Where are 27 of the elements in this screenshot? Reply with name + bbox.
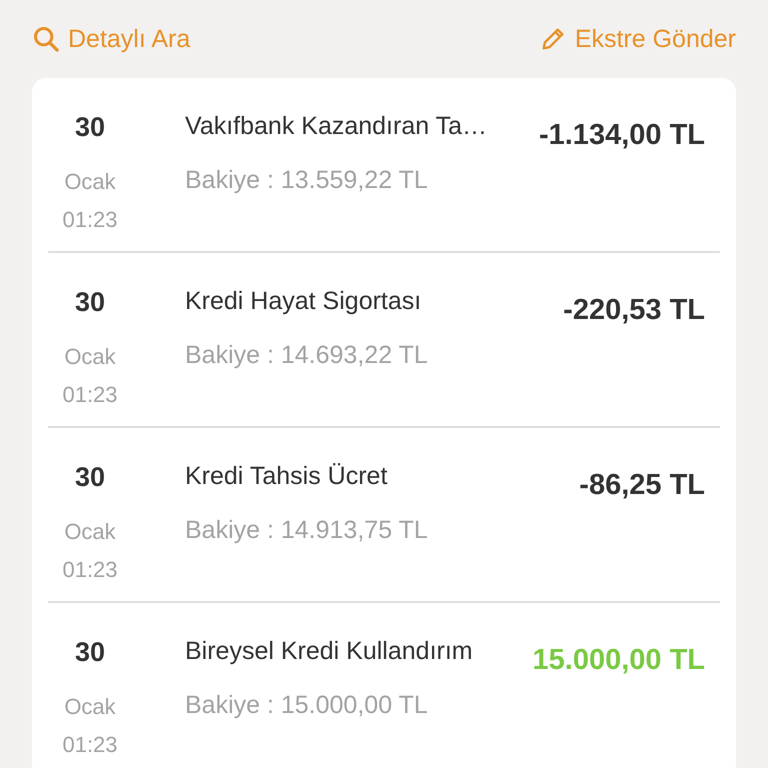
transaction-day: 30 <box>74 464 106 491</box>
transaction-title: Bireysel Kredi Kullandırım <box>185 637 474 666</box>
transaction-balance: Bakiye : 15.000,00 TL <box>185 691 429 720</box>
transaction-month: Ocak <box>64 519 116 545</box>
transaction-amount: -86,25 TL <box>579 469 705 502</box>
transaction-time: 01:23 <box>62 382 118 408</box>
transaction-amount: 15.000,00 TL <box>532 644 705 677</box>
transaction-day: 30 <box>74 114 106 141</box>
transaction-balance: Bakiye : 14.693,22 TL <box>185 341 429 370</box>
transaction-amount: -220,53 TL <box>563 294 705 327</box>
transaction-day: 30 <box>74 289 106 316</box>
transaction-title: Vakıfbank Kazandıran Ta… <box>185 112 488 141</box>
send-statement-link[interactable]: Ekstre Gönder <box>538 24 736 54</box>
transaction-day: 30 <box>74 639 106 666</box>
transaction-amount: -1.134,00 TL <box>538 119 705 152</box>
transaction-balance: Bakiye : 13.559,22 TL <box>185 166 429 195</box>
transaction-time: 01:23 <box>62 557 118 583</box>
transaction-title: Kredi Hayat Sigortası <box>185 287 422 316</box>
transaction-time: 01:23 <box>62 732 118 758</box>
transaction-month: Ocak <box>64 694 116 720</box>
search-link[interactable]: Detaylı Ara <box>32 24 190 54</box>
transaction-time: 01:23 <box>62 207 118 233</box>
transaction-title: Kredi Tahsis Ücret <box>185 462 388 491</box>
transaction-month: Ocak <box>64 344 116 370</box>
transaction-month: Ocak <box>64 169 116 195</box>
transaction-balance: Bakiye : 14.913,75 TL <box>185 516 429 545</box>
search-icon <box>32 25 60 53</box>
